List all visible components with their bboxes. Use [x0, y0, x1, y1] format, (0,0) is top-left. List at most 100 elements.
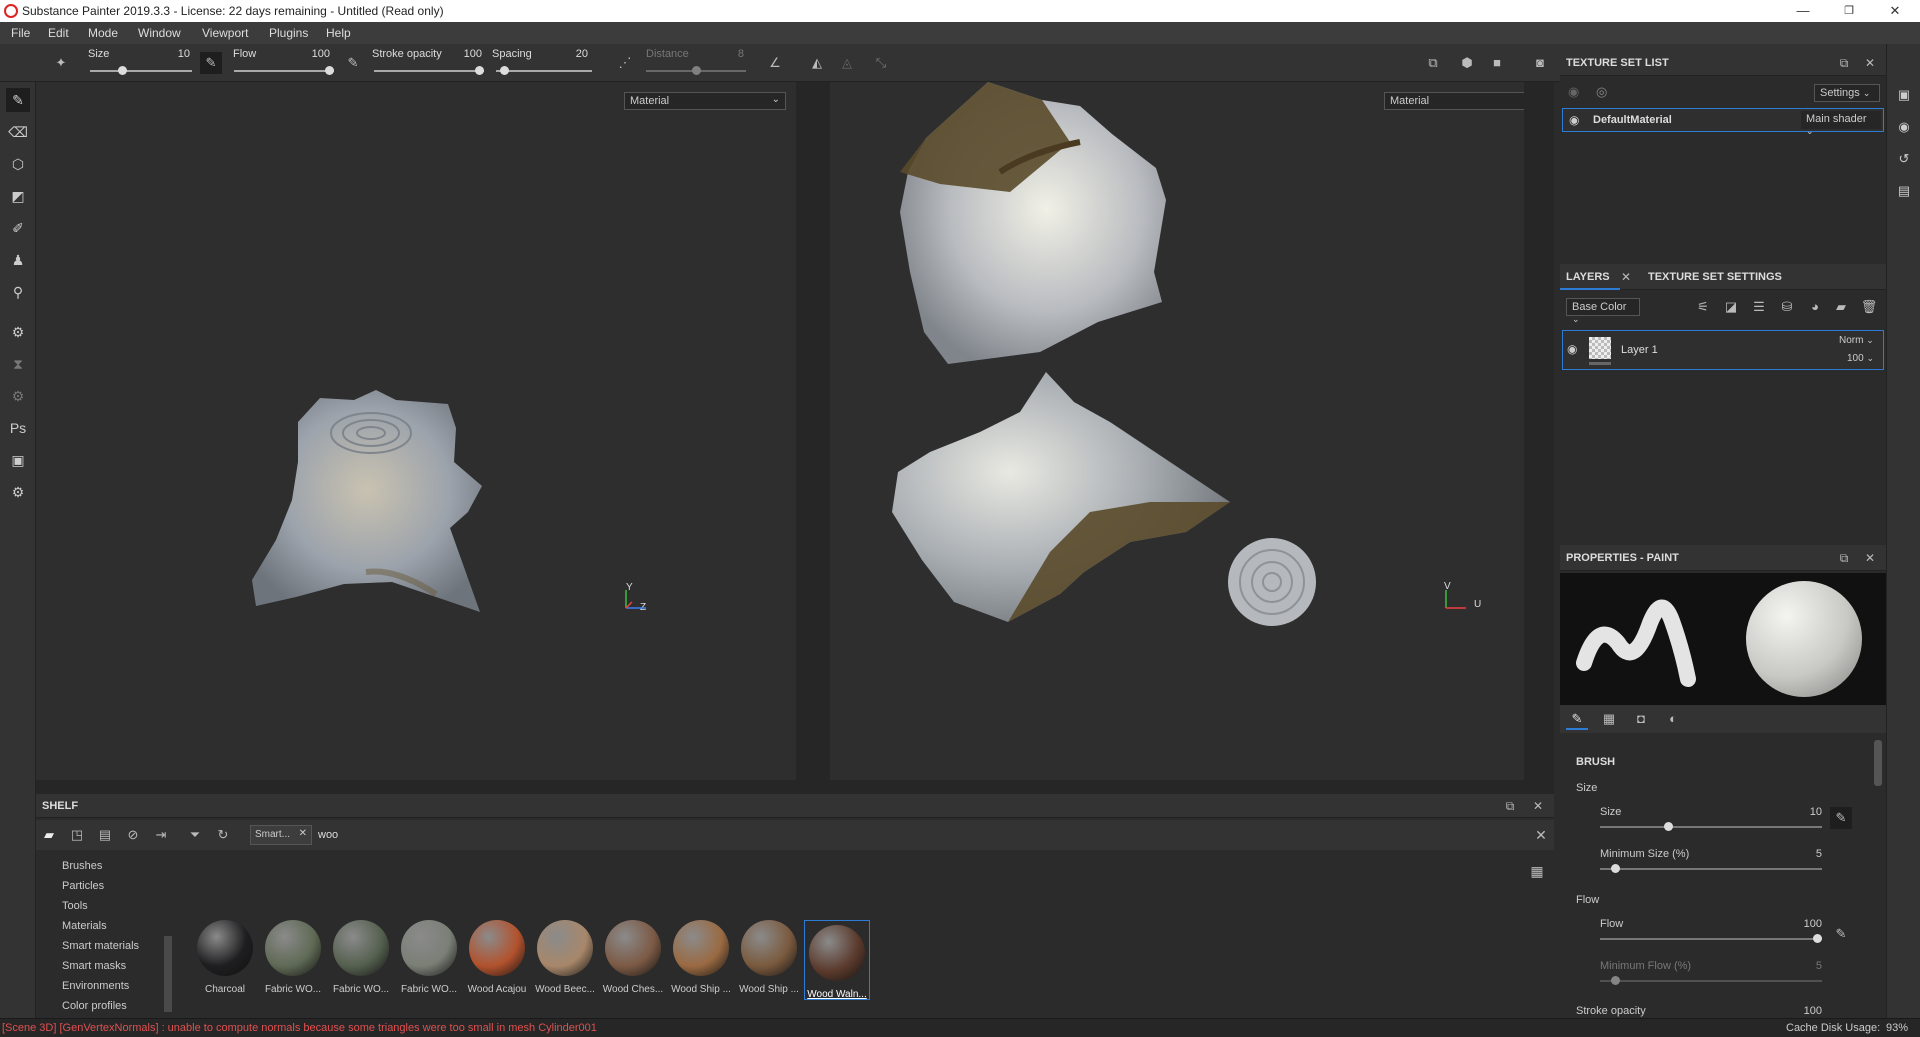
refresh-icon[interactable]: ↻ [212, 824, 234, 846]
prop-flow-slider[interactable] [1600, 934, 1822, 944]
flow-pen-pressure-icon[interactable]: ✎ [342, 52, 364, 74]
prop-min-flow-slider[interactable] [1600, 976, 1822, 986]
menu-mode[interactable]: Mode [88, 26, 118, 40]
toolbar-distance-slider[interactable] [646, 66, 746, 76]
smudge-icon[interactable]: ✐ [6, 216, 30, 240]
delete-layer-icon[interactable]: 🗑 [1858, 296, 1880, 318]
paint-brush-icon[interactable]: ✎ [6, 88, 30, 112]
undock-icon[interactable]: ⧉ [1836, 55, 1852, 71]
shelf-category[interactable]: Environments [62, 980, 129, 992]
add-effect-icon[interactable]: ⚟ [1692, 296, 1714, 318]
size-pen-pressure-icon[interactable]: ✎ [200, 52, 222, 74]
tab-texture-set-settings[interactable]: TEXTURE SET SETTINGS [1648, 271, 1782, 283]
shelf-category[interactable]: Color profiles [62, 1000, 127, 1012]
shelf-material-item[interactable]: Fabric WO... [260, 920, 326, 995]
close-shelf-icon[interactable]: ✕ [1530, 798, 1546, 814]
shelf-material-item[interactable]: Fabric WO... [328, 920, 394, 995]
shelf-material-item[interactable]: Wood Ship ... [736, 920, 802, 995]
layer-name[interactable]: Layer 1 [1621, 344, 1658, 356]
prop-min-size-slider[interactable] [1600, 864, 1822, 874]
prop-min-flow-value[interactable]: 5 [1782, 960, 1822, 972]
toolbar-opacity-value[interactable]: 100 [452, 48, 482, 60]
shelf-search-input[interactable] [318, 825, 1458, 845]
category-scrollbar[interactable] [164, 936, 172, 1012]
close-properties-icon[interactable]: ✕ [1862, 550, 1878, 566]
camera-icon[interactable]: ■ [1486, 52, 1508, 74]
close-panel-icon[interactable]: ✕ [1862, 55, 1878, 71]
view-cube-icon[interactable]: ⬢ [1456, 52, 1478, 74]
menu-edit[interactable]: Edit [48, 26, 69, 40]
eye-icon[interactable]: ◎ [1596, 84, 1607, 100]
close-window-button[interactable]: ✕ [1872, 0, 1918, 22]
shelf-material-item-selected[interactable]: Wood Waln... [804, 920, 870, 1000]
texture-set-settings-dropdown[interactable]: Settings ⌄ [1814, 84, 1880, 102]
viewport-2d-scrollbar[interactable] [1524, 82, 1554, 780]
visibility-eye-icon[interactable]: ◉ [1569, 113, 1579, 127]
shelf-material-item[interactable]: Fabric WO... [396, 920, 462, 995]
folder-icon[interactable]: ▰ [38, 824, 60, 846]
hide-icon[interactable]: ◉ [1568, 84, 1579, 100]
new-resource-icon[interactable]: ◳ [66, 824, 88, 846]
toolbar-distance-value[interactable]: 8 [714, 48, 744, 60]
shelf-category[interactable]: Smart masks [62, 960, 126, 972]
bake-settings-icon[interactable]: ⚙ [6, 320, 30, 344]
material-tab-icon[interactable]: ◐ [1662, 708, 1684, 730]
grid-view-icon[interactable]: ▦ [1526, 860, 1548, 882]
toolbar-opacity-slider[interactable] [374, 66, 484, 76]
history-icon[interactable]: ↺ [1893, 148, 1915, 170]
shelf-material-item[interactable]: Wood Ship ... [668, 920, 734, 995]
prop-stroke-opacity-value[interactable]: 100 [1782, 1005, 1822, 1017]
toolbar-size-slider[interactable] [90, 66, 192, 76]
clone-stamp-icon[interactable]: ♟ [6, 248, 30, 272]
channel-dropdown[interactable]: Base Color ⌄ [1566, 298, 1640, 324]
menu-viewport[interactable]: Viewport [202, 26, 248, 40]
polygon-fill-icon[interactable]: ◩ [6, 184, 30, 208]
layer-opacity[interactable]: 100 ⌄ [1847, 353, 1874, 364]
add-mask-icon[interactable]: ◪ [1720, 296, 1742, 318]
brush-tab-icon[interactable]: ✎ [1566, 708, 1588, 730]
texture-set-item[interactable]: ◉ DefaultMaterial Main shader ⌄ [1562, 108, 1884, 136]
shelf-category[interactable]: Particles [62, 880, 104, 892]
stencil-tab-icon[interactable]: ◘ [1630, 708, 1652, 730]
menu-window[interactable]: Window [138, 26, 181, 40]
minimize-button[interactable]: — [1780, 0, 1826, 22]
shelf-material-item[interactable]: Wood Acajou [464, 920, 530, 995]
layer-row[interactable]: ◉ Layer 1 Norm ⌄ 100 ⌄ [1562, 330, 1884, 370]
screenshot-icon[interactable]: ◙ [1529, 52, 1551, 74]
shelf-material-item[interactable]: Charcoal [192, 920, 258, 995]
photoshop-export-icon[interactable]: Ps [6, 416, 30, 440]
symmetry-icon[interactable]: ✦ [50, 52, 72, 74]
prop-flow-value[interactable]: 100 [1782, 918, 1822, 930]
prop-flow-pressure-icon[interactable]: ✎ [1830, 923, 1852, 945]
filter-tag[interactable]: Smart... ✕ [250, 825, 312, 845]
projection-icon[interactable]: ⬡ [6, 152, 30, 176]
lazy-mouse-icon[interactable]: ⋰ [614, 52, 636, 74]
angle-icon[interactable]: ∠ [764, 52, 786, 74]
prop-size-pressure-icon[interactable]: ✎ [1830, 807, 1852, 829]
split-view-icon[interactable]: ⧉ [1422, 52, 1444, 74]
toolbar-flow-value[interactable]: 100 [300, 48, 330, 60]
layer-visibility-icon[interactable]: ◉ [1567, 342, 1577, 356]
add-folder-icon[interactable]: ▰ [1830, 296, 1852, 318]
export-icon[interactable]: ▣ [6, 448, 30, 472]
plugin-icon[interactable]: ⚙ [6, 384, 30, 408]
eraser-icon[interactable]: ⌫ [6, 120, 30, 144]
toolbar-spacing-value[interactable]: 20 [558, 48, 588, 60]
menu-help[interactable]: Help [326, 26, 351, 40]
filter-icon[interactable]: ⏷ [184, 824, 206, 846]
log-icon[interactable]: ▤ [1893, 180, 1915, 202]
prop-size-slider[interactable] [1600, 822, 1822, 832]
maximize-button[interactable]: ❐ [1826, 0, 1872, 22]
shelf-material-item[interactable]: Wood Beec... [532, 920, 598, 995]
shelf-material-item[interactable]: Wood Ches... [600, 920, 666, 995]
shelf-category[interactable]: Smart materials [62, 940, 139, 952]
mirror-icon[interactable]: ◭ [806, 52, 828, 74]
shader-settings-icon[interactable]: ◉ [1893, 116, 1915, 138]
toolbar-flow-slider[interactable] [234, 66, 334, 76]
clear-search-icon[interactable]: ✕ [1530, 824, 1552, 846]
shelf-category[interactable]: Brushes [62, 860, 102, 872]
import-icon[interactable]: ⇥ [150, 824, 172, 846]
viewport-splitter[interactable] [796, 82, 830, 780]
hide-unused-icon[interactable]: ⊘ [122, 824, 144, 846]
add-fill-layer-icon[interactable]: ⛁ [1776, 296, 1798, 318]
